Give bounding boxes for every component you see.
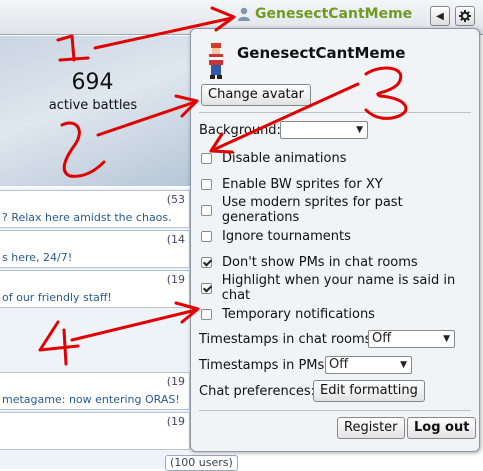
timestamps-pms-value: Off [329, 357, 349, 372]
room-item[interactable]: (19 [0, 412, 190, 450]
room-description: metagame: now entering ORAS! [2, 393, 180, 406]
timestamps-pms-select[interactable]: Off ▼ [325, 356, 412, 374]
option-label: Don't show PMs in chat rooms [222, 254, 418, 270]
timestamps-rooms-select[interactable]: Off ▼ [368, 330, 455, 348]
settings-button[interactable] [455, 6, 475, 26]
room-list: (53 ? Relax here amidst the chaos. (14 s… [0, 188, 195, 469]
checkbox[interactable] [201, 152, 212, 164]
option-label: Highlight when your name is said in chat [221, 273, 456, 303]
room-item[interactable]: (53 ? Relax here amidst the chaos. [0, 190, 190, 228]
timestamps-pms-label: Timestamps in PMs: [199, 358, 329, 373]
left-triangle-icon: ◀ [436, 10, 444, 22]
room-item[interactable]: (14 s here, 24/7! [0, 230, 190, 268]
room-user-count: (19 [166, 375, 185, 388]
background-select[interactable]: ▼ [280, 121, 368, 139]
room-user-count: (19 [166, 415, 185, 428]
back-button[interactable]: ◀ [430, 6, 450, 26]
room-item[interactable]: (19 of our friendly staff! [0, 270, 190, 308]
option-label: Temporary notifications [222, 306, 375, 322]
checkbox-checked[interactable] [201, 282, 212, 294]
battle-count: 694 [71, 70, 114, 95]
username: GenesectCantMeme [255, 6, 413, 22]
option-bw-sprites[interactable]: Enable BW sprites for XY [201, 175, 383, 193]
option-hide-pms[interactable]: Don't show PMs in chat rooms [201, 253, 418, 271]
option-label: Enable BW sprites for XY [222, 176, 383, 192]
option-label: Use modern sprites for past generations [221, 195, 403, 225]
option-modern-sprites[interactable]: Use modern sprites for past generations [201, 195, 479, 225]
timestamps-rooms-value: Off [372, 331, 392, 346]
gear-icon [459, 10, 471, 22]
option-disable-animations[interactable]: Disable animations [201, 149, 346, 167]
trainer-avatar [209, 43, 223, 79]
chat-preferences-label: Chat preferences: [199, 384, 315, 399]
edit-formatting-button[interactable]: Edit formatting [313, 380, 425, 402]
checkbox[interactable] [201, 178, 212, 190]
option-highlight-name[interactable]: Highlight when your name is said in chat [201, 273, 479, 303]
option-temporary-notifications[interactable]: Temporary notifications [201, 305, 375, 323]
option-label: Disable animations [222, 150, 347, 166]
dropdown-arrow-icon: ▼ [400, 360, 407, 370]
user-options-popup: GenesectCantMeme Change avatar Backgroun… [190, 28, 480, 452]
divider [199, 410, 471, 411]
dropdown-arrow-icon: ▼ [356, 125, 363, 135]
timestamps-rooms-label: Timestamps in chat rooms: [199, 332, 376, 347]
divider [199, 112, 471, 113]
background-label: Background: [199, 123, 281, 138]
option-label: Ignore tournaments [222, 228, 351, 244]
checkbox[interactable] [201, 204, 212, 216]
dropdown-arrow-icon: ▼ [443, 334, 450, 344]
room-user-count: (14 [166, 233, 185, 246]
register-button[interactable]: Register [337, 417, 405, 439]
room-user-count: (19 [166, 273, 185, 286]
logout-button[interactable]: Log out [407, 417, 477, 439]
popup-username: GenesectCantMeme [237, 44, 406, 62]
option-ignore-tournaments[interactable]: Ignore tournaments [201, 227, 351, 245]
room-user-count: (53 [166, 193, 185, 206]
checkbox[interactable] [201, 230, 212, 242]
room-description: s here, 24/7! [2, 251, 73, 264]
user-button[interactable]: GenesectCantMeme [237, 6, 412, 22]
room-description: ? Relax here amidst the chaos. [2, 211, 172, 224]
user-icon [238, 7, 250, 21]
checkbox[interactable] [201, 308, 212, 320]
room-description: of our friendly staff! [2, 291, 112, 304]
battle-count-label: active battles [48, 98, 138, 113]
checkbox-checked[interactable] [201, 256, 212, 268]
room-item[interactable]: (19 metagame: now entering ORAS! [0, 372, 190, 410]
change-avatar-button[interactable]: Change avatar [201, 84, 311, 106]
